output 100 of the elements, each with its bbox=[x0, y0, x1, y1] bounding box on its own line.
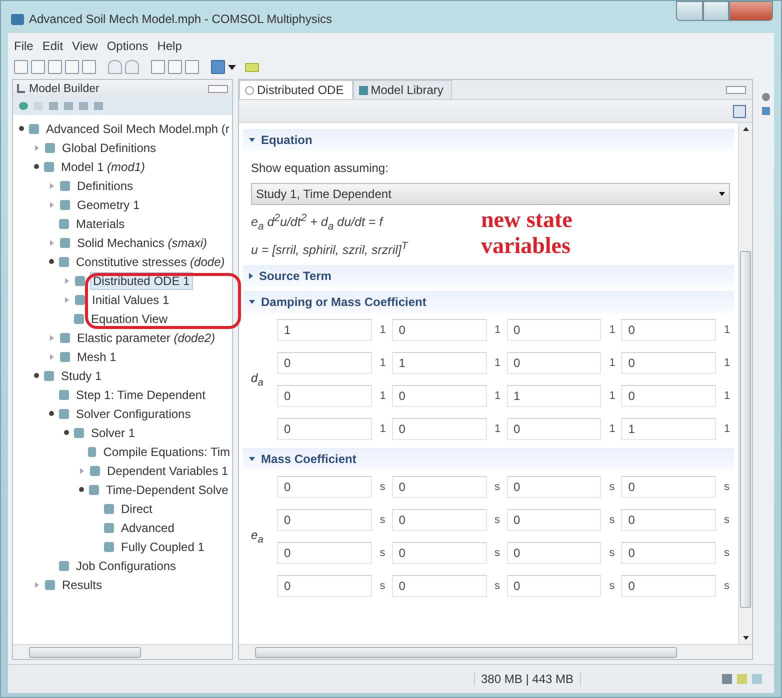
horizontal-scrollbar[interactable] bbox=[239, 644, 752, 659]
tab[interactable]: Distributed ODE bbox=[239, 80, 353, 99]
toolbar-icon[interactable] bbox=[168, 60, 182, 74]
toolbar-icon[interactable] bbox=[125, 60, 139, 74]
section-header[interactable]: Equation bbox=[243, 129, 734, 151]
toolbar-icon[interactable] bbox=[108, 60, 122, 74]
input-field[interactable]: 0 bbox=[506, 542, 602, 564]
toolbar-icon[interactable] bbox=[151, 60, 165, 74]
input-field[interactable]: 0 bbox=[621, 574, 716, 597]
expanded-icon[interactable] bbox=[34, 164, 39, 169]
input-field[interactable]: 0 bbox=[506, 318, 602, 341]
input-field[interactable]: 1 bbox=[277, 318, 372, 341]
expanded-icon[interactable] bbox=[34, 373, 39, 378]
window-buttons-icon[interactable] bbox=[726, 86, 746, 94]
vertical-scrollbar[interactable] bbox=[738, 123, 752, 644]
input-field[interactable]: 0 bbox=[621, 384, 716, 407]
input-field[interactable]: 0 bbox=[277, 508, 372, 531]
tree-item[interactable]: Initial Values 1 bbox=[90, 292, 172, 308]
toolbar-icon[interactable] bbox=[82, 60, 96, 74]
input-field[interactable]: 0 bbox=[392, 384, 486, 407]
tree-item[interactable]: Advanced Soil Mech Model.mph (r bbox=[44, 120, 232, 136]
collapsed-icon[interactable] bbox=[50, 334, 54, 340]
section-header[interactable]: Damping or Mass Coefficient bbox=[243, 290, 734, 313]
collapsed-icon[interactable] bbox=[50, 182, 54, 188]
toolbar-icon[interactable] bbox=[733, 104, 746, 118]
tree-item[interactable]: Compile Equations: Tim bbox=[101, 444, 232, 460]
toolbar-icon[interactable] bbox=[48, 60, 62, 74]
input-field[interactable]: 1 bbox=[621, 418, 716, 440]
collapsed-icon[interactable] bbox=[35, 582, 39, 588]
expanded-icon[interactable] bbox=[49, 259, 54, 264]
tree-item[interactable]: Geometry 1 bbox=[75, 196, 142, 212]
input-field[interactable]: 0 bbox=[506, 418, 602, 440]
close-button[interactable] bbox=[729, 1, 773, 21]
tree-item[interactable]: Constitutive stresses (dode) bbox=[74, 254, 227, 270]
menu-item[interactable]: View bbox=[72, 39, 98, 53]
caret-icon[interactable] bbox=[228, 64, 236, 70]
menu-item[interactable]: File bbox=[14, 39, 34, 53]
input-field[interactable]: 0 bbox=[621, 542, 716, 564]
menu-item[interactable]: Edit bbox=[42, 39, 64, 53]
collapsed-icon[interactable] bbox=[65, 278, 69, 284]
tree-item[interactable]: Solver Configurations bbox=[74, 406, 193, 422]
tab[interactable]: Model Library bbox=[352, 80, 452, 99]
expanded-icon[interactable] bbox=[49, 411, 54, 416]
tree-item[interactable]: Time-Dependent Solve bbox=[104, 482, 230, 498]
tree-item[interactable]: Mesh 1 bbox=[75, 348, 118, 364]
input-field[interactable]: 0 bbox=[621, 318, 716, 341]
collapsed-icon[interactable] bbox=[35, 144, 39, 150]
input-field[interactable]: 0 bbox=[621, 508, 716, 531]
input-field[interactable]: 0 bbox=[277, 418, 372, 440]
window-buttons-icon[interactable] bbox=[208, 84, 228, 92]
input-field[interactable]: 0 bbox=[392, 318, 486, 341]
expanded-icon[interactable] bbox=[64, 430, 69, 435]
toolbar-icon[interactable] bbox=[31, 60, 45, 74]
tree-item[interactable]: Definitions bbox=[75, 178, 136, 194]
input-field[interactable]: 0 bbox=[277, 542, 372, 564]
input-field[interactable]: 0 bbox=[506, 574, 602, 597]
input-field[interactable]: 0 bbox=[277, 476, 372, 498]
input-field[interactable]: 0 bbox=[392, 508, 486, 531]
expanded-icon[interactable] bbox=[79, 487, 84, 492]
tree-item[interactable]: Solid Mechanics (smaxi) bbox=[75, 234, 210, 250]
minimize-button[interactable] bbox=[676, 1, 703, 21]
tree-item[interactable]: Results bbox=[60, 576, 104, 592]
collapsed-icon[interactable] bbox=[80, 468, 84, 474]
tree-item[interactable]: Job Configurations bbox=[74, 558, 178, 574]
toolbar-icon[interactable] bbox=[185, 60, 199, 74]
tree-item[interactable]: Direct bbox=[119, 500, 154, 516]
maximize-button[interactable] bbox=[703, 1, 729, 21]
input-field[interactable]: 0 bbox=[277, 352, 372, 374]
horizontal-scrollbar[interactable] bbox=[13, 644, 232, 659]
pin-icon[interactable] bbox=[762, 93, 770, 101]
tree-item[interactable]: Materials bbox=[74, 216, 127, 232]
section-header[interactable]: Source Term bbox=[243, 264, 734, 287]
tree-item[interactable]: Global Definitions bbox=[60, 140, 158, 156]
tree-item[interactable]: Solver 1 bbox=[89, 424, 138, 440]
input-field[interactable]: 0 bbox=[392, 542, 486, 564]
input-field[interactable]: 0 bbox=[506, 352, 602, 374]
menu-item[interactable]: Options bbox=[106, 39, 148, 53]
input-field[interactable]: 0 bbox=[506, 508, 602, 531]
collapsed-icon[interactable] bbox=[50, 202, 54, 208]
input-field[interactable]: 0 bbox=[277, 574, 372, 597]
tree-item[interactable]: Dependent Variables 1 bbox=[105, 462, 230, 478]
expanded-icon[interactable] bbox=[19, 126, 24, 131]
collapsed-icon[interactable] bbox=[65, 296, 69, 302]
tree-item[interactable]: Model 1 (mod1) bbox=[59, 158, 148, 174]
input-field[interactable]: 0 bbox=[392, 574, 486, 597]
collapsed-icon[interactable] bbox=[50, 354, 54, 360]
dropdown[interactable]: Study 1, Time Dependent bbox=[251, 183, 730, 205]
input-field[interactable]: 0 bbox=[392, 476, 486, 498]
tree-item[interactable]: Fully Coupled 1 bbox=[119, 538, 206, 554]
input-field[interactable]: 0 bbox=[277, 384, 372, 407]
tree-item[interactable]: Elastic parameter (dode2) bbox=[75, 330, 218, 346]
toolbar-icon[interactable] bbox=[65, 60, 79, 74]
input-field[interactable]: 0 bbox=[621, 476, 716, 498]
input-field[interactable]: 0 bbox=[621, 352, 716, 374]
collapsed-icon[interactable] bbox=[50, 240, 54, 246]
input-field[interactable]: 0 bbox=[392, 418, 486, 440]
tree-item[interactable]: Equation View bbox=[89, 310, 170, 326]
menu-item[interactable]: Help bbox=[157, 39, 182, 53]
tree-item[interactable]: Step 1: Time Dependent bbox=[74, 386, 208, 402]
input-field[interactable]: 0 bbox=[506, 476, 602, 498]
